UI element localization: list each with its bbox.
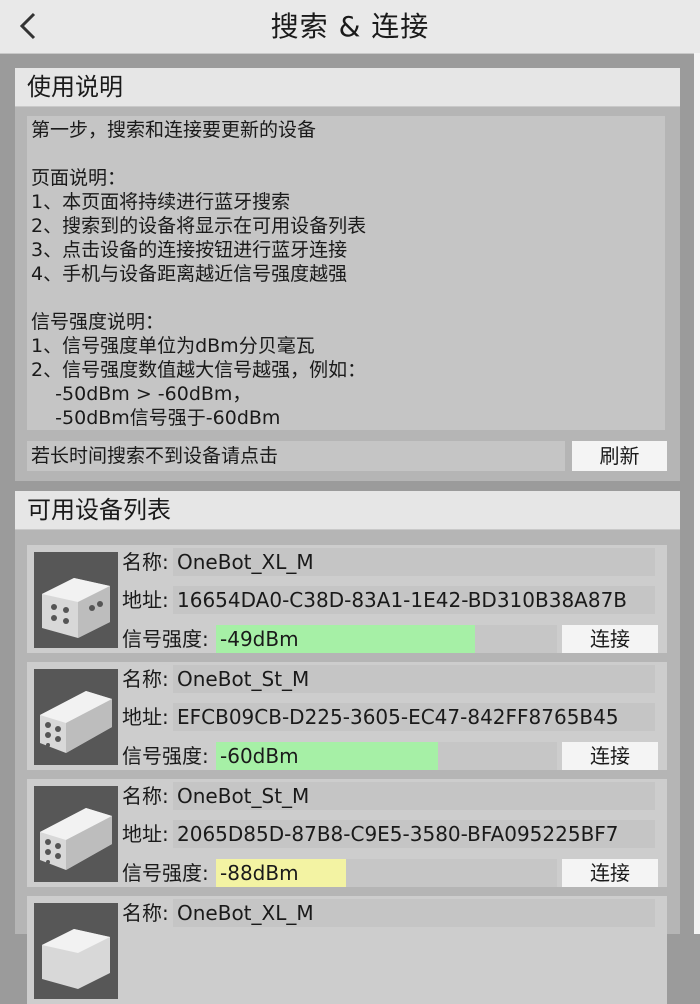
device-address: EFCB09CB-D225-3605-EC47-842FF8765B45 xyxy=(173,703,655,731)
connect-button[interactable]: 连接 xyxy=(562,859,658,887)
signal-meter: -60dBm xyxy=(216,742,557,770)
signal-value: -49dBm xyxy=(220,627,299,651)
back-button[interactable] xyxy=(10,8,46,44)
servo-module-icon xyxy=(42,578,110,638)
device-card: 名称: OneBot_XL_M 地址: 16654DA0-C38D-83A1-1… xyxy=(27,545,667,653)
refresh-hint: 若长时间搜索不到设备请点击 xyxy=(27,441,565,471)
instructions-section-title: 使用说明 xyxy=(15,68,680,107)
instructions-text: 第一步，搜索和连接要更新的设备 页面说明： 1、本页面将持续进行蓝牙搜索 2、搜… xyxy=(27,116,665,430)
device-name-label: 名称: xyxy=(122,550,169,574)
device-list-section-title: 可用设备列表 xyxy=(15,491,680,530)
connect-button[interactable]: 连接 xyxy=(562,625,658,653)
device-name-field: 名称: OneBot_St_M xyxy=(122,782,655,810)
signal-value: -88dBm xyxy=(220,861,299,885)
signal-label: 信号强度: xyxy=(122,627,209,651)
device-card: 名称: OneBot_St_M 地址: EFCB09CB-D225-3605-E… xyxy=(27,662,667,770)
device-address: 2065D85D-87B8-C9E5-3580-BFA095225BF7 xyxy=(173,820,655,848)
device-name-field: 名称: OneBot_XL_M xyxy=(122,899,655,927)
device-address-label: 地址: xyxy=(122,588,169,612)
device-name: OneBot_XL_M xyxy=(173,548,655,576)
device-name: OneBot_St_M xyxy=(173,665,655,693)
servo-module-icon xyxy=(42,929,110,989)
servo-module-icon xyxy=(40,691,112,753)
top-bar: 搜索 & 连接 xyxy=(0,0,700,54)
connect-button[interactable]: 连接 xyxy=(562,742,658,770)
device-name-field: 名称: OneBot_St_M xyxy=(122,665,655,693)
device-image xyxy=(34,669,118,765)
signal-label: 信号强度: xyxy=(122,861,209,885)
device-address-label: 地址: xyxy=(122,822,169,846)
signal-meter: -88dBm xyxy=(216,859,557,887)
device-name: OneBot_St_M xyxy=(173,782,655,810)
device-card: 名称: OneBot_XL_M xyxy=(27,896,667,1004)
device-name-label: 名称: xyxy=(122,784,169,808)
device-image xyxy=(34,786,118,882)
device-name: OneBot_XL_M xyxy=(173,899,655,927)
refresh-button[interactable]: 刷新 xyxy=(572,441,667,471)
device-name-label: 名称: xyxy=(122,667,169,691)
device-name-label: 名称: xyxy=(122,901,169,925)
servo-module-icon xyxy=(40,808,112,870)
device-image xyxy=(34,552,118,648)
signal-value: -60dBm xyxy=(220,744,299,768)
device-list-panel: 可用设备列表 名称: OneBot_XL_M 地址: 16654DA0-C38D xyxy=(15,491,680,1004)
device-address-label: 地址: xyxy=(122,705,169,729)
signal-meter: -49dBm xyxy=(216,625,557,653)
page-title: 搜索 & 连接 xyxy=(270,10,430,43)
chevron-left-icon xyxy=(19,12,36,40)
device-image xyxy=(34,903,118,999)
instructions-panel: 使用说明 第一步，搜索和连接要更新的设备 页面说明： 1、本页面将持续进行蓝牙搜… xyxy=(15,68,680,481)
device-address-field: 地址: 2065D85D-87B8-C9E5-3580-BFA095225BF7 xyxy=(122,820,655,848)
device-address-field: 地址: EFCB09CB-D225-3605-EC47-842FF8765B45 xyxy=(122,703,655,731)
device-address-field: 地址: 16654DA0-C38D-83A1-1E42-BD310B38A87B xyxy=(122,586,655,614)
scroll-edge xyxy=(694,53,700,934)
refresh-row: 若长时间搜索不到设备请点击 刷新 xyxy=(27,441,667,471)
device-card: 名称: OneBot_St_M 地址: 2065D85D-87B8-C9E5-3… xyxy=(27,779,667,887)
device-address: 16654DA0-C38D-83A1-1E42-BD310B38A87B xyxy=(173,586,655,614)
device-name-field: 名称: OneBot_XL_M xyxy=(122,548,655,576)
signal-label: 信号强度: xyxy=(122,744,209,768)
